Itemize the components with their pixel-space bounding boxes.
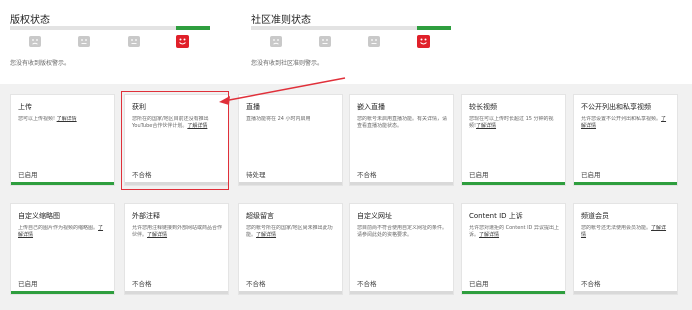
- annotation-arrow: [219, 77, 346, 105]
